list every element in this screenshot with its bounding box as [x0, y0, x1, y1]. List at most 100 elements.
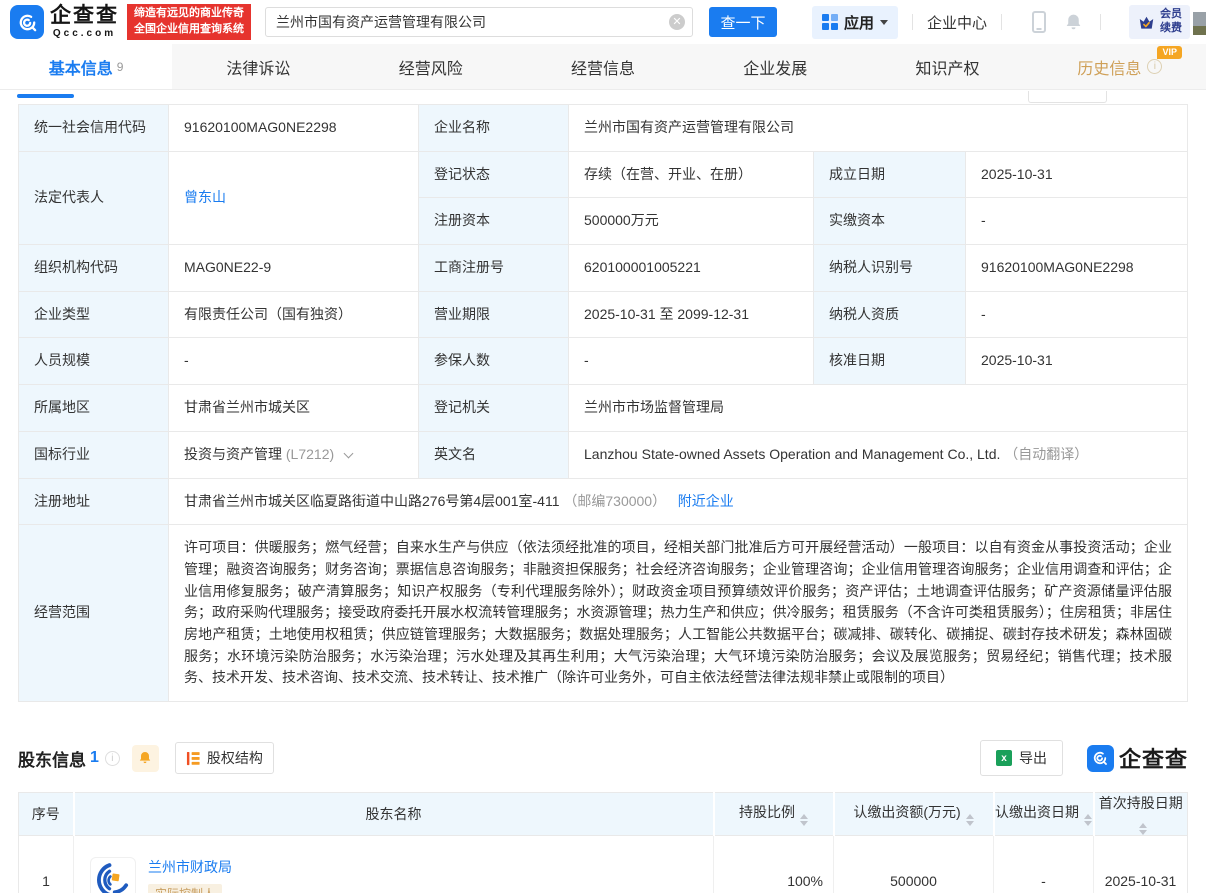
sort-icon[interactable] — [966, 814, 974, 826]
paid-capital-label: 实缴资本 — [814, 198, 966, 245]
legal-rep-link[interactable]: 曾东山 — [184, 189, 226, 205]
tab-history-info[interactable]: VIP 历史信息 i — [1034, 44, 1206, 89]
member-renew-button[interactable]: 会员 续费 — [1129, 5, 1190, 39]
tab-count: 9 — [117, 60, 124, 74]
est-date-value: 2025-10-31 — [966, 151, 1188, 198]
monitor-bell-button[interactable] — [132, 745, 159, 772]
reg-authority-value: 兰州市市场监督管理局 — [569, 385, 1188, 432]
tab-company-development[interactable]: 企业发展 — [689, 44, 861, 89]
apps-grid-icon — [822, 14, 838, 30]
shareholders-count: 1 — [90, 749, 99, 767]
section-tabs: 基本信息 9 法律诉讼 经营风险 经营信息 企业发展 知识产权 VIP 历史信息… — [0, 44, 1206, 90]
search-input[interactable] — [265, 7, 693, 37]
enterprise-center-link[interactable]: 企业中心 — [927, 12, 987, 33]
actual-controller-badge: 实际控制人 — [148, 884, 222, 893]
qcc-watermark: 企查查 — [1087, 742, 1188, 774]
table-row: 所属地区 甘肃省兰州市城关区 登记机关 兰州市市场监督管理局 — [19, 385, 1188, 432]
info-icon[interactable]: i — [105, 751, 120, 766]
divider — [1001, 14, 1002, 30]
shareholder-row: 1 — [19, 836, 1188, 893]
reg-status-label: 登记状态 — [419, 151, 569, 198]
browser-edge-widget — [1193, 12, 1206, 35]
row-date: - — [994, 836, 1094, 893]
shareholder-logo[interactable] — [90, 857, 136, 893]
shareholders-table: 序号 股东名称 持股比例 认缴出资额(万元) 认缴出资日期 首次持股日期 1 — [18, 792, 1188, 893]
auto-translate-note: （自动翻译） — [1004, 446, 1088, 462]
table-row: 企业类型 有限责任公司（国有独资） 营业期限 2025-10-31 至 2099… — [19, 291, 1188, 338]
company-type-label: 企业类型 — [19, 291, 169, 338]
company-name-label: 企业名称 — [419, 105, 569, 152]
address-zip: （邮编730000） — [563, 493, 666, 509]
tab-legal-litigation[interactable]: 法律诉讼 — [172, 44, 344, 89]
brand-name: 企查查 — [50, 5, 119, 26]
staff-size-label: 人员规模 — [19, 338, 169, 385]
sort-icon[interactable] — [1139, 823, 1147, 835]
basic-info-table: 统一社会信用代码 91620100MAG0NE2298 企业名称 兰州市国有资产… — [18, 104, 1188, 702]
bell-icon — [137, 750, 153, 766]
tab-basic-info[interactable]: 基本信息 9 — [0, 44, 172, 89]
chevron-down-icon — [880, 20, 888, 25]
taxpayer-id-label: 纳税人识别号 — [814, 245, 966, 292]
shareholders-header: 股东信息 1 i 股权结构 x 导出 企查查 — [18, 740, 1188, 776]
address-label: 注册地址 — [19, 478, 169, 525]
col-date-sortable[interactable]: 认缴出资日期 — [994, 793, 1094, 836]
notifications-bell-icon[interactable] — [1063, 12, 1084, 33]
shareholder-name-link[interactable]: 兰州市财政局 — [148, 857, 232, 877]
tab-operation-info[interactable]: 经营信息 — [517, 44, 689, 89]
brand-text: 企查查 Qcc.com — [50, 5, 119, 39]
export-button[interactable]: x 导出 — [980, 740, 1063, 776]
active-tab-indicator — [17, 94, 74, 98]
address-value: 甘肃省兰州市城关区临夏路街道中山路276号第4层001室-411 （邮编7300… — [169, 478, 1188, 525]
company-type-value: 有限责任公司（国有独资） — [169, 291, 419, 338]
apps-menu[interactable]: 应用 — [812, 6, 898, 39]
col-amount-sortable[interactable]: 认缴出资额(万元) — [834, 793, 994, 836]
crown-icon — [1137, 13, 1156, 32]
sort-icon[interactable] — [1084, 814, 1092, 826]
table-header-row: 序号 股东名称 持股比例 认缴出资额(万元) 认缴出资日期 首次持股日期 — [19, 793, 1188, 836]
english-name-value: Lanzhou State-owned Assets Operation and… — [569, 431, 1188, 478]
org-code-label: 组织机构代码 — [19, 245, 169, 292]
biz-term-label: 营业期限 — [419, 291, 569, 338]
divider — [912, 14, 913, 30]
paid-capital-value: - — [966, 198, 1188, 245]
table-row: 国标行业 投资与资产管理 (L7212) 英文名 Lanzhou State-o… — [19, 431, 1188, 478]
reg-authority-label: 登记机关 — [419, 385, 569, 432]
expand-industry-icon[interactable] — [344, 448, 354, 458]
mobile-app-icon[interactable] — [1032, 11, 1046, 33]
clear-search-icon[interactable]: ✕ — [669, 14, 685, 30]
company-name-value: 兰州市国有资产运营管理有限公司 — [569, 105, 1188, 152]
vip-badge: VIP — [1157, 46, 1182, 59]
insured-label: 参保人数 — [419, 338, 569, 385]
credit-code-value: 91620100MAG0NE2298 — [169, 105, 419, 152]
taxpayer-qual-value: - — [966, 291, 1188, 338]
reg-capital-label: 注册资本 — [419, 198, 569, 245]
info-icon[interactable]: i — [1147, 59, 1162, 74]
shareholder-name-cell: 兰州市财政局 实际控制人 — [74, 836, 714, 893]
sort-icon[interactable] — [800, 814, 808, 826]
partially-hidden-button — [1028, 91, 1107, 103]
qcc-logo[interactable]: 企查查 Qcc.com 缔造有远见的商业传奇 全国企业信用查询系统 — [10, 4, 251, 40]
table-row: 经营范围 许可项目：供暖服务；燃气经营；自来水生产与供应（依法须经批准的项目，经… — [19, 525, 1188, 702]
tab-operation-risk[interactable]: 经营风险 — [345, 44, 517, 89]
biz-term-value: 2025-10-31 至 2099-12-31 — [569, 291, 814, 338]
col-ratio-sortable[interactable]: 持股比例 — [714, 793, 834, 836]
industry-label: 国标行业 — [19, 431, 169, 478]
nearby-companies-link[interactable]: 附近企业 — [678, 493, 734, 509]
equity-structure-button[interactable]: 股权结构 — [175, 742, 274, 774]
approval-date-value: 2025-10-31 — [966, 338, 1188, 385]
shareholders-title: 股东信息 — [18, 746, 86, 771]
row-ratio: 100% — [714, 836, 834, 893]
taxpayer-qual-label: 纳税人资质 — [814, 291, 966, 338]
col-seq: 序号 — [19, 793, 74, 836]
legal-rep-label: 法定代表人 — [19, 151, 169, 244]
table-row: 人员规模 - 参保人数 - 核准日期 2025-10-31 — [19, 338, 1188, 385]
credit-code-label: 统一社会信用代码 — [19, 105, 169, 152]
insured-value: - — [569, 338, 814, 385]
english-name-label: 英文名 — [419, 431, 569, 478]
col-first-date-sortable[interactable]: 首次持股日期 — [1094, 793, 1188, 836]
row-amount: 500000 — [834, 836, 994, 893]
tab-intellectual-property[interactable]: 知识产权 — [861, 44, 1033, 89]
search-button[interactable]: 查一下 — [709, 7, 777, 37]
biz-reg-no-value: 620100001005221 — [569, 245, 814, 292]
region-value: 甘肃省兰州市城关区 — [169, 385, 419, 432]
